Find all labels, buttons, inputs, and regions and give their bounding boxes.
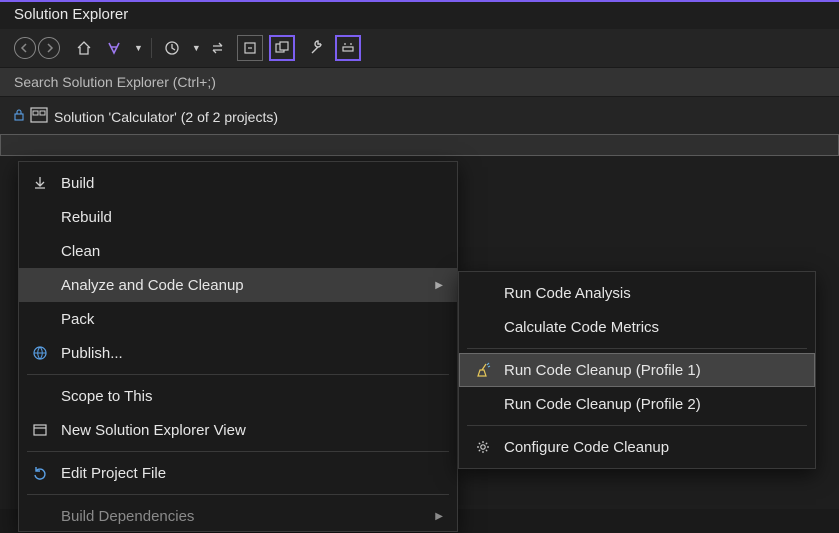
menu-rebuild[interactable]: Rebuild [19,200,457,234]
menu-label: Rebuild [61,209,447,226]
menu-label: Run Code Cleanup (Profile 2) [504,396,802,413]
menu-label: Scope to This [61,388,447,405]
menu-new-solution-explorer-view[interactable]: New Solution Explorer View [19,413,457,447]
globe-icon [29,345,51,361]
refresh-icon [29,465,51,481]
analyze-submenu: Run Code Analysis Calculate Code Metrics… [458,271,816,469]
preview-button[interactable] [335,35,361,61]
solution-label: Solution 'Calculator' (2 of 2 projects) [54,109,278,125]
properties-button[interactable] [305,36,329,60]
menu-analyze-and-code-cleanup[interactable]: Analyze and Code Cleanup ▶ [19,268,457,302]
menu-separator [27,374,449,375]
collapse-all-button[interactable] [237,35,263,61]
submenu-run-code-analysis[interactable]: Run Code Analysis [459,276,815,310]
menu-pack[interactable]: Pack [19,302,457,336]
menu-separator [467,348,807,349]
search-input[interactable]: Search Solution Explorer (Ctrl+;) [0,67,839,97]
separator [151,38,152,58]
menu-label: Analyze and Code Cleanup [61,277,425,294]
menu-label: Edit Project File [61,465,447,482]
menu-label: Build Dependencies [61,508,425,525]
menu-scope-to-this[interactable]: Scope to This [19,379,457,413]
back-button[interactable] [14,37,36,59]
window-icon [29,422,51,438]
project-context-menu: Build Rebuild Clean Analyze and Code Cle… [18,161,458,532]
solution-tree: Solution 'Calculator' (2 of 2 projects) [0,97,839,156]
project-node-selected[interactable] [0,134,839,156]
menu-clean[interactable]: Clean [19,234,457,268]
menu-separator [27,494,449,495]
menu-label: Build [61,175,447,192]
submenu-arrow-icon: ▶ [435,280,443,291]
pending-changes-filter-button[interactable] [160,36,184,60]
submenu-configure-code-cleanup[interactable]: Configure Code Cleanup [459,430,815,464]
sync-button[interactable] [207,36,231,60]
menu-label: Publish... [61,345,447,362]
menu-label: Configure Code Cleanup [504,439,802,456]
menu-publish[interactable]: Publish... [19,336,457,370]
submenu-calculate-code-metrics[interactable]: Calculate Code Metrics [459,310,815,344]
menu-label: New Solution Explorer View [61,422,447,439]
broom-icon [472,362,494,378]
menu-edit-project-file[interactable]: Edit Project File [19,456,457,490]
submenu-run-code-cleanup-profile-1[interactable]: Run Code Cleanup (Profile 1) [459,353,815,387]
switch-views-button[interactable] [102,36,126,60]
chevron-down-icon[interactable]: ▼ [192,43,201,53]
solution-icon [30,107,48,126]
panel-title: Solution Explorer [0,2,839,29]
submenu-run-code-cleanup-profile-2[interactable]: Run Code Cleanup (Profile 2) [459,387,815,421]
show-all-files-button[interactable] [269,35,295,61]
home-button[interactable] [72,36,96,60]
gear-icon [472,439,494,455]
menu-label: Run Code Cleanup (Profile 1) [504,362,802,379]
menu-label: Calculate Code Metrics [504,319,802,336]
menu-build[interactable]: Build [19,166,457,200]
submenu-arrow-icon: ▶ [435,511,443,522]
toolbar: ▼ ▼ [0,29,839,67]
solution-node[interactable]: Solution 'Calculator' (2 of 2 projects) [0,103,839,130]
menu-separator [27,451,449,452]
build-icon [29,175,51,191]
forward-button[interactable] [38,37,60,59]
lock-icon [14,109,24,124]
chevron-down-icon[interactable]: ▼ [134,43,143,53]
menu-label: Pack [61,311,447,328]
menu-build-dependencies[interactable]: Build Dependencies ▶ [19,499,457,533]
menu-label: Clean [61,243,447,260]
menu-label: Run Code Analysis [504,285,802,302]
menu-separator [467,425,807,426]
